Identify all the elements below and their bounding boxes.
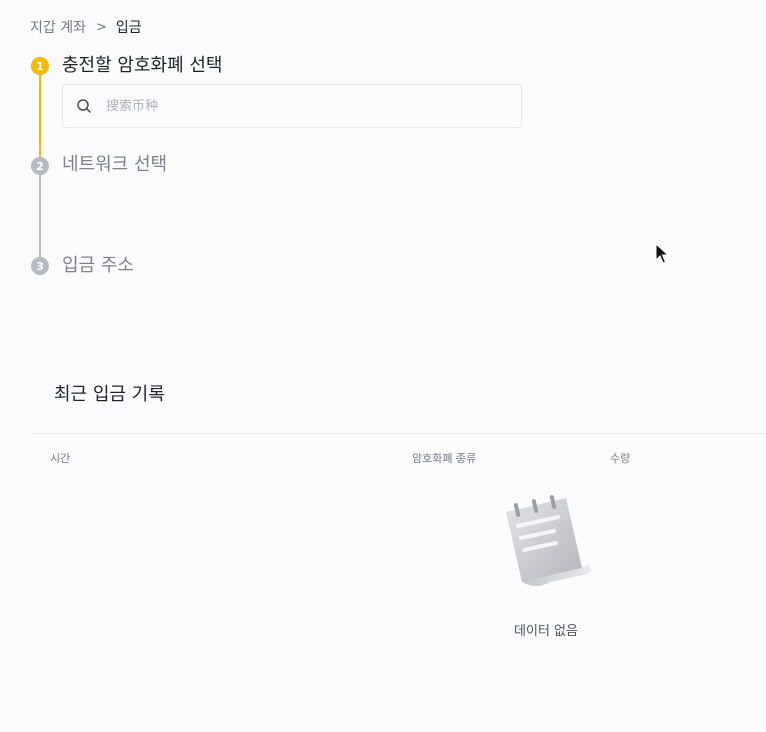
step-2-title: 네트워크 선택 bbox=[62, 154, 168, 175]
coin-search-input[interactable] bbox=[106, 98, 486, 114]
column-header-coin: 암호화폐 종류 bbox=[412, 452, 477, 465]
column-header-time: 시간 bbox=[50, 452, 71, 465]
empty-state-text: 데이터 없음 bbox=[514, 624, 578, 639]
section-divider bbox=[30, 433, 766, 434]
column-header-amount: 수량 bbox=[610, 452, 631, 465]
breadcrumb-current: 입금 bbox=[115, 20, 142, 36]
breadcrumb: 지갑 계좌 > 입금 bbox=[30, 17, 142, 37]
coin-search-box[interactable] bbox=[62, 84, 522, 128]
step-3-title: 입금 주소 bbox=[62, 255, 134, 276]
breadcrumb-separator: > bbox=[95, 19, 107, 35]
deposit-page: 지갑 계좌 > 입금 1 충전할 암호화폐 선택 2 네트워크 선택 3 입금 … bbox=[0, 0, 766, 732]
step-2-indicator: 2 bbox=[31, 157, 49, 175]
step-1-indicator: 1 bbox=[31, 57, 49, 75]
mouse-cursor-icon bbox=[655, 243, 669, 264]
search-icon bbox=[76, 98, 92, 114]
empty-notepad-icon bbox=[498, 490, 596, 594]
step-3-indicator: 3 bbox=[31, 257, 49, 275]
breadcrumb-wallet-account[interactable]: 지갑 계좌 bbox=[30, 17, 86, 37]
step-connector-2 bbox=[39, 175, 41, 257]
recent-deposits-title: 최근 입금 기록 bbox=[54, 384, 165, 405]
step-1-title: 충전할 암호화폐 선택 bbox=[62, 55, 223, 76]
step-connector-1 bbox=[39, 75, 41, 157]
